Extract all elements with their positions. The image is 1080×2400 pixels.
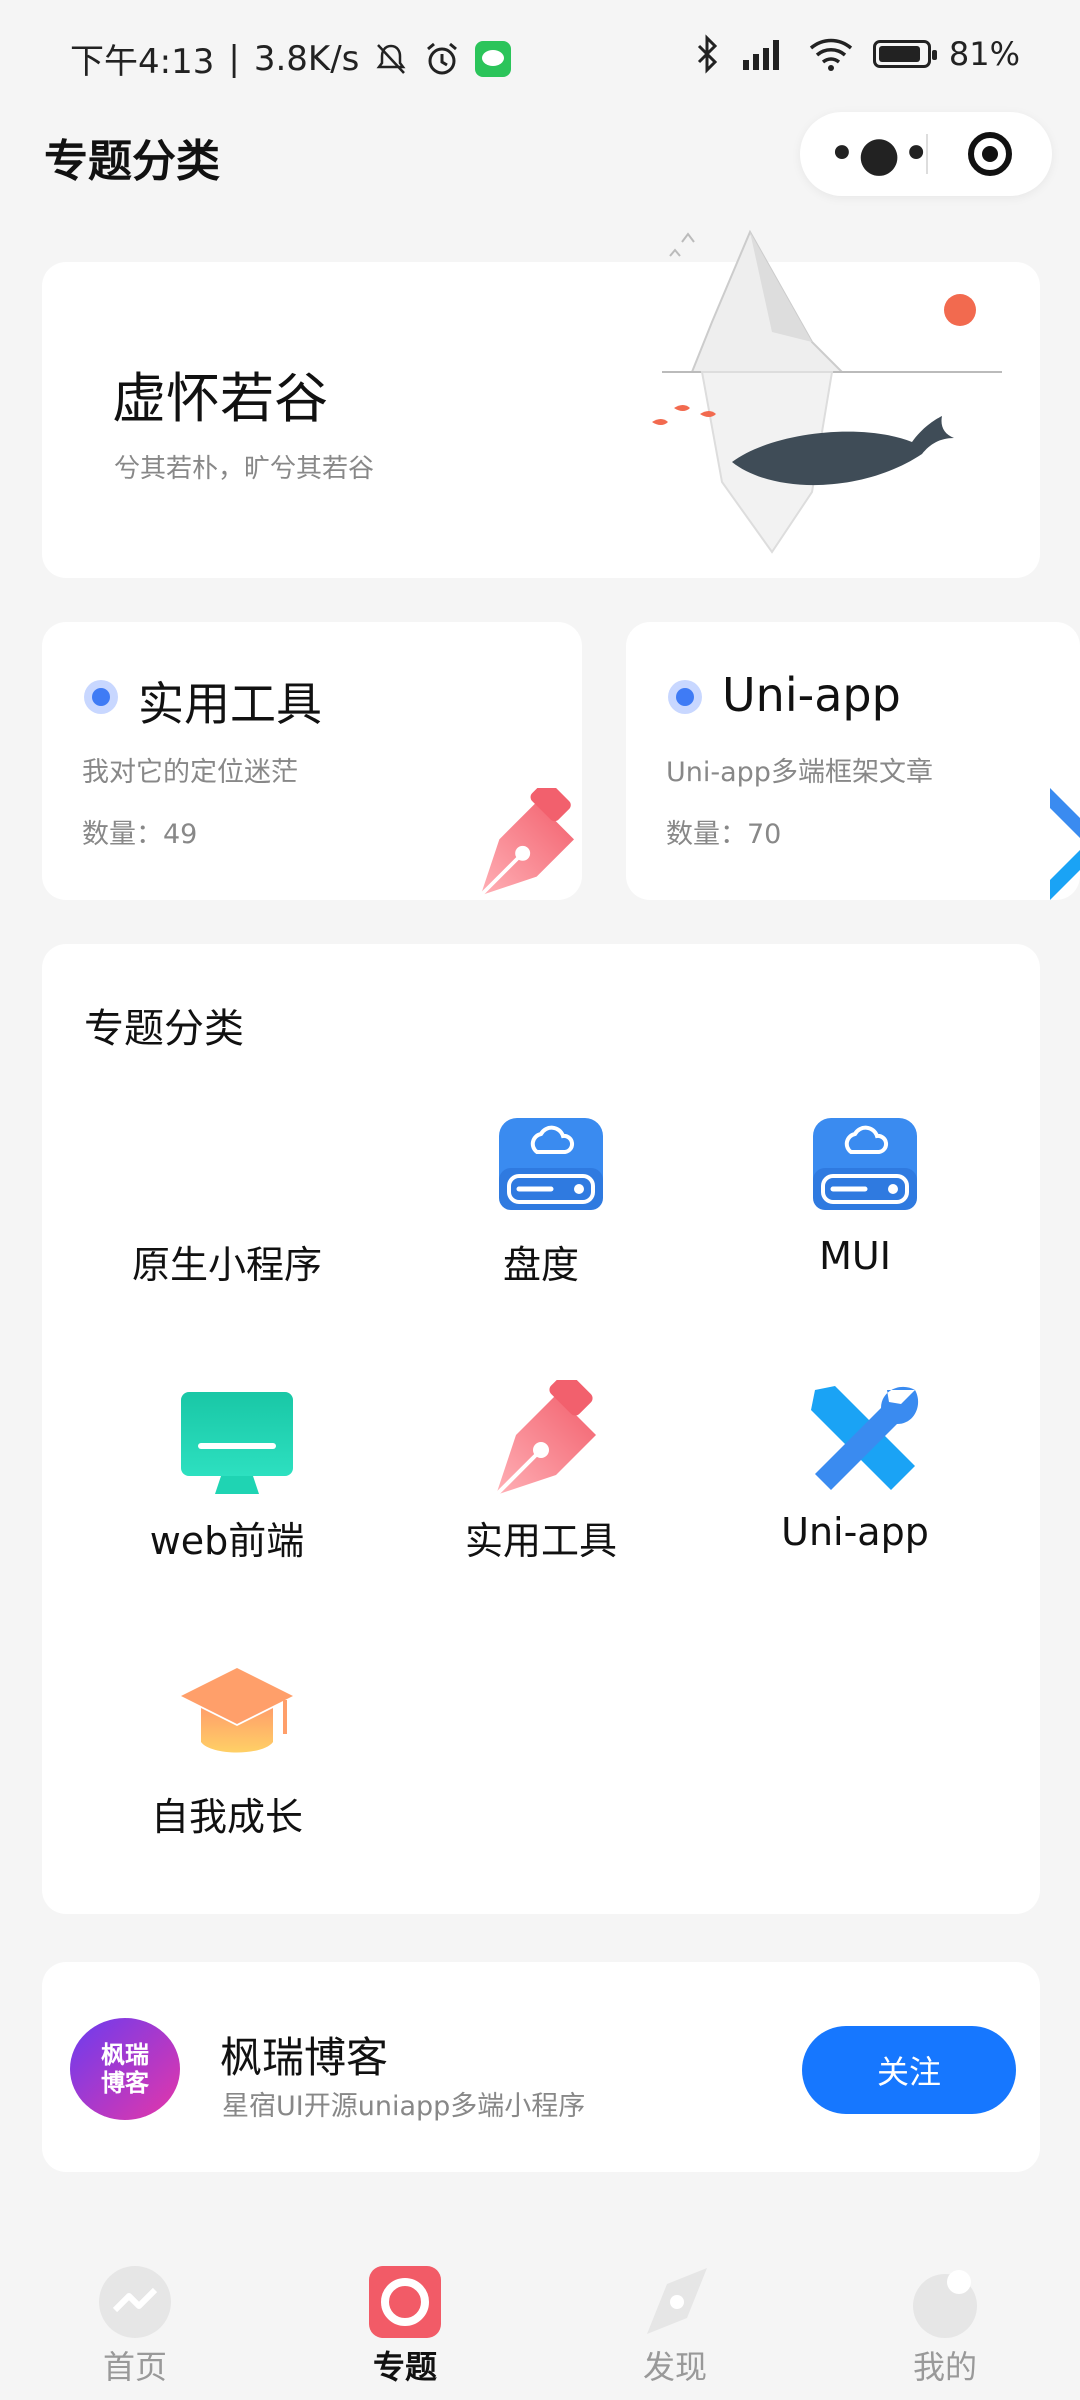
topics-card: 专题分类 原生小程序 盘度 MUI web前端 实用工具 Uni-app 自我成… xyxy=(42,944,1040,1914)
blog-name: 枫瑞博客 xyxy=(220,2033,389,2082)
tab-label: 发现 xyxy=(642,2348,707,2386)
battery-level: 81% xyxy=(948,35,1020,73)
cloud-drive-icon xyxy=(499,1118,603,1210)
tab-discover[interactable]: 发现 xyxy=(540,2236,810,2400)
topic-item-native-miniprogram[interactable]: 原生小程序 xyxy=(82,1074,372,1304)
tab-topics[interactable]: 专题 xyxy=(270,2236,540,2400)
blog-follow-card: 枫瑞 博客 枫瑞博客 星宿UI开源uniapp多端小程序 关注 xyxy=(42,1962,1040,2172)
topic-item-label: 自我成长 xyxy=(150,1795,303,1839)
tools-icon xyxy=(811,1386,919,1490)
hero-card[interactable]: 虚怀若谷 兮其若朴，旷兮其若谷 xyxy=(42,229,1040,578)
discover-icon xyxy=(647,2268,707,2334)
profile-icon xyxy=(913,2270,977,2338)
topics-icon xyxy=(369,2266,441,2338)
status-time: 下午4:13 xyxy=(70,42,215,82)
bullet-dot-icon xyxy=(668,680,702,714)
featured-card[interactable]: 实用工具 我对它的定位迷茫 数量：49 xyxy=(42,622,582,900)
topic-item-label: Uni-app xyxy=(781,1510,929,1554)
follow-button[interactable]: 关注 xyxy=(802,2026,1016,2114)
featured-card-count: 数量：49 xyxy=(82,819,198,850)
bluetooth-icon xyxy=(697,34,717,74)
status-bar: 下午4:13 | 3.8K/s 81% xyxy=(0,0,1080,110)
featured-card-name: 实用工具 xyxy=(138,677,322,731)
home-icon xyxy=(99,2266,171,2338)
topics-title: 专题分类 xyxy=(84,1006,244,1052)
topic-item-web-frontend[interactable]: web前端 xyxy=(82,1350,372,1580)
topic-item-self-growth[interactable]: 自我成长 xyxy=(82,1626,372,1856)
tab-label: 专题 xyxy=(372,2348,437,2386)
cloud-drive-icon xyxy=(813,1118,917,1210)
tab-label: 首页 xyxy=(102,2348,167,2386)
monitor-icon xyxy=(181,1392,293,1494)
tab-home[interactable]: 首页 xyxy=(0,2236,270,2400)
battery-icon xyxy=(872,40,937,68)
bullet-dot-icon xyxy=(84,680,118,714)
tab-bar: 首页 专题 发现 我的 xyxy=(0,2236,1080,2400)
hero-title: 虚怀若谷 xyxy=(112,367,328,430)
topic-item-tools[interactable]: 实用工具 xyxy=(396,1350,686,1580)
topic-item-label: 盘度 xyxy=(502,1243,579,1287)
topic-item-mui[interactable]: MUI xyxy=(710,1074,1000,1304)
topic-item-label: web前端 xyxy=(149,1519,305,1563)
topic-item-pandu[interactable]: 盘度 xyxy=(396,1074,686,1304)
pen-icon xyxy=(494,1380,596,1497)
wifi-icon xyxy=(809,38,852,71)
tab-mine[interactable]: 我的 xyxy=(810,2236,1080,2400)
more-dots-icon[interactable]: •●• xyxy=(828,112,931,196)
alarm-icon xyxy=(427,42,458,74)
featured-card-desc: Uni-app多端框架文章 xyxy=(666,757,933,788)
tab-label: 我的 xyxy=(912,2348,977,2386)
blog-desc: 星宿UI开源uniapp多端小程序 xyxy=(222,2091,586,2122)
mute-bell-icon xyxy=(376,43,406,74)
topic-item-label: MUI xyxy=(819,1234,891,1278)
graduation-cap-icon xyxy=(181,1668,293,1753)
status-right: 81% xyxy=(695,34,1020,74)
avatar: 枫瑞 博客 xyxy=(70,2018,180,2120)
topic-item-uniapp[interactable]: Uni-app xyxy=(710,1350,1000,1580)
status-net-speed: 3.8K/s xyxy=(253,38,360,79)
hero-subtitle: 兮其若朴，旷兮其若谷 xyxy=(114,454,375,484)
signal-icon xyxy=(742,40,779,70)
mini-program-capsule: •●• xyxy=(800,112,1052,196)
topic-item-label: 实用工具 xyxy=(464,1519,617,1563)
pen-icon xyxy=(479,788,574,897)
iceberg-whale-illustration xyxy=(652,229,1002,554)
featured-card[interactable]: Uni-app Uni-app多端框架文章 数量：70 xyxy=(626,622,1080,900)
featured-card-name: Uni-app xyxy=(722,668,901,722)
topic-item-label: 原生小程序 xyxy=(131,1243,322,1287)
page-title: 专题分类 xyxy=(44,136,220,187)
tools-icon xyxy=(1050,788,1080,900)
wechat-icon xyxy=(475,40,512,77)
featured-card-count: 数量：70 xyxy=(666,819,782,850)
target-icon[interactable] xyxy=(968,132,1012,176)
status-left: 下午4:13 | 3.8K/s xyxy=(70,34,512,83)
featured-card-desc: 我对它的定位迷茫 xyxy=(82,757,298,788)
